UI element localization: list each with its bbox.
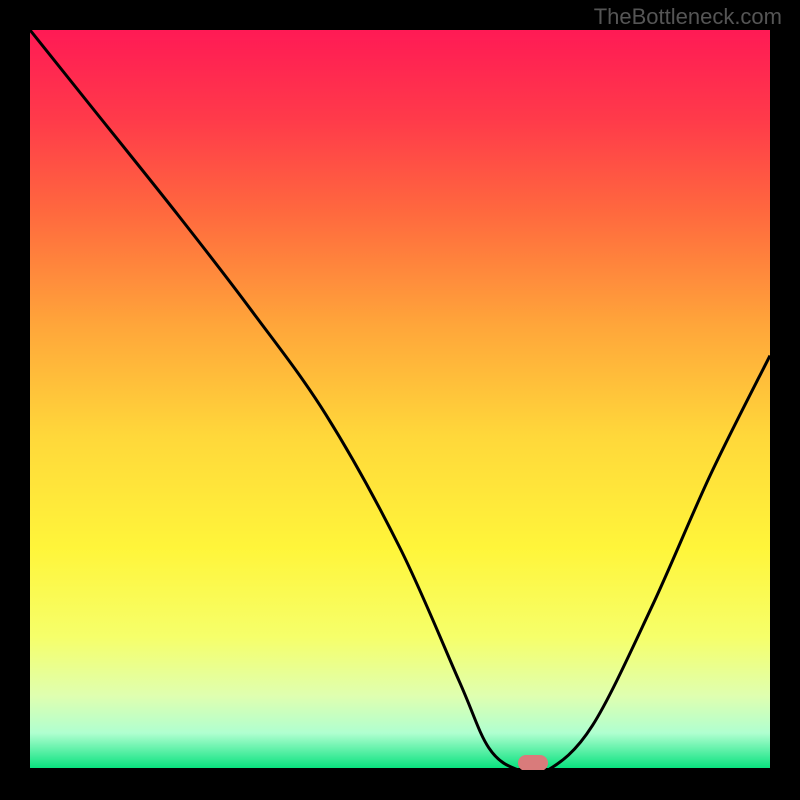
optimal-point-marker bbox=[518, 755, 548, 770]
watermark-text: TheBottleneck.com bbox=[594, 4, 782, 30]
chart-svg bbox=[30, 30, 770, 770]
chart-frame bbox=[30, 30, 770, 770]
gradient-background bbox=[30, 30, 770, 770]
plot-area bbox=[30, 30, 770, 770]
